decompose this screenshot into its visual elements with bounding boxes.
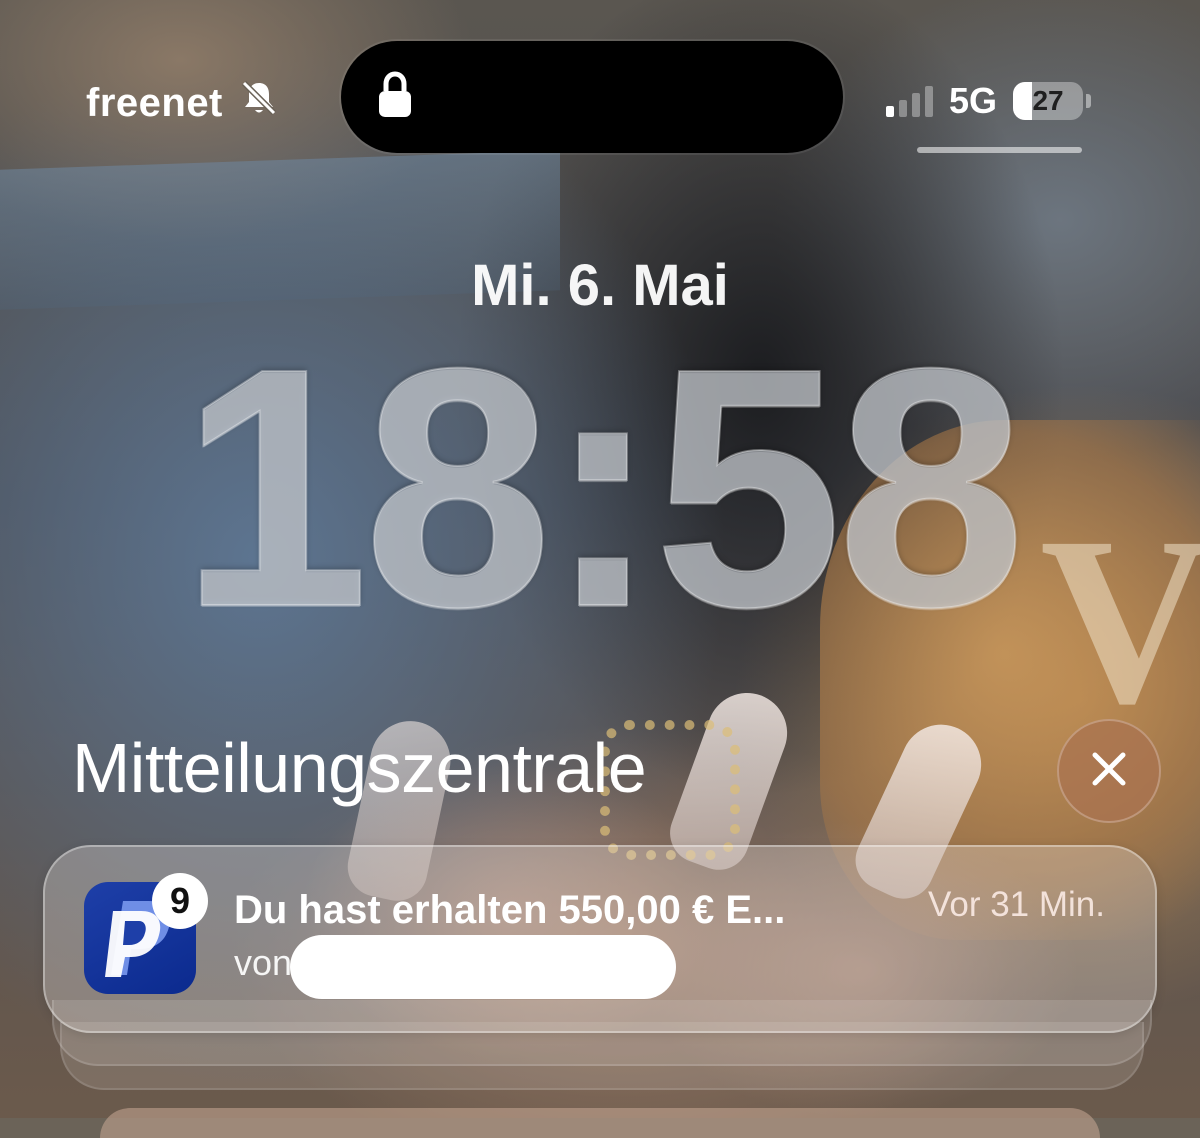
lock-screen-clock: 18:58 [179, 298, 1027, 678]
bell-slash-icon [239, 78, 279, 128]
redacted-sender [290, 935, 676, 999]
status-bar-right: 5G 27 [886, 80, 1092, 122]
carrier-name: freenet [86, 80, 223, 125]
battery-tip [1086, 94, 1092, 108]
close-button[interactable] [1057, 719, 1161, 823]
network-type: 5G [949, 80, 998, 121]
lock-icon [377, 71, 413, 124]
close-icon [1089, 749, 1129, 794]
dynamic-island[interactable] [341, 41, 843, 153]
signal-icon [886, 85, 933, 117]
battery-icon: 27 [1013, 82, 1084, 120]
control-center-indicator[interactable] [917, 147, 1082, 153]
notification-count-badge: 9 [152, 873, 208, 929]
status-bar-carrier: freenet [86, 78, 279, 128]
battery-level: 27 [1032, 85, 1064, 116]
next-widget-edge [100, 1108, 1100, 1138]
notification-time: Vor 31 Min. [927, 885, 1105, 924]
notification-body: von [234, 942, 293, 983]
notification-title: Du hast erhalten 550,00 € E... [234, 888, 786, 932]
notification-center-title: Mitteilungszentrale [72, 729, 647, 807]
